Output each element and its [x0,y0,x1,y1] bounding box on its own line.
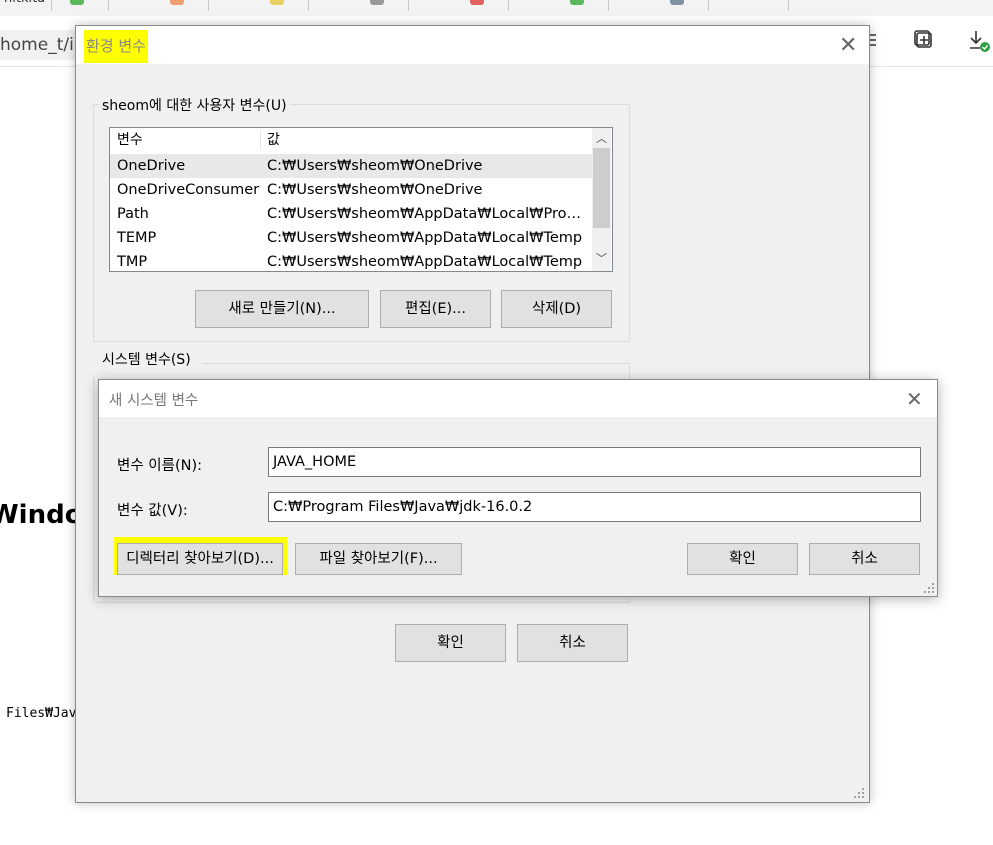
edit-user-variable-button[interactable]: 편집(E)... [380,290,491,328]
variable-name: Path [117,206,149,222]
browser-tab[interactable]: ··· [570,0,610,11]
browser-tab[interactable]: nitkita [4,0,53,11]
new-system-variable-dialog: 새 시스템 변수 ✕ 변수 이름(N): JAVA_HOME 변수 값(V): … [98,379,938,597]
variable-value: C:₩Users₩sheom₩AppData₩Local₩Temp [267,230,583,246]
list-scrollbar[interactable]: ︿ ﹀ [592,128,611,271]
list-item[interactable]: TMP C:₩Users₩sheom₩AppData₩Local₩Temp [110,250,592,271]
close-icon[interactable]: ✕ [906,388,923,410]
scroll-thumb[interactable] [593,148,610,228]
cancel-button[interactable]: 취소 [809,543,920,575]
list-item[interactable]: OneDriveConsumer C:₩Users₩sheom₩OneDrive [110,178,592,202]
scroll-down-icon[interactable]: ﹀ [592,250,611,266]
dialog-titlebar: 환경 변수 ✕ [76,26,869,64]
browser-tab[interactable]: ··· [670,0,710,11]
list-item[interactable]: TEMP C:₩Users₩sheom₩AppData₩Local₩Temp [110,226,592,250]
browser-tab-strip: nitkita ··· ··· ··· ··· ··· ··· ··· ··· [0,0,993,17]
resize-grip-icon[interactable] [853,787,865,799]
new-user-variable-button[interactable]: 새로 만들기(N)... [195,290,369,328]
browser-tab[interactable]: ··· [170,0,210,11]
variable-name: TMP [117,254,148,270]
list-item[interactable]: Path C:₩Users₩sheom₩AppData₩Local₩Progra… [110,202,592,226]
page-heading-fragment: Window [0,500,76,530]
add-tab-icon[interactable] [912,28,936,52]
variable-value-label: 변수 값(V): [117,503,188,519]
cancel-button[interactable]: 취소 [517,624,628,662]
browser-tab[interactable]: ··· [470,0,510,11]
user-variables-list[interactable]: 변수 값 OneDrive C:₩Users₩sheom₩OneDrive On… [109,127,613,272]
dialog-title: 새 시스템 변수 [109,393,199,409]
ok-button[interactable]: 확인 [395,624,506,662]
dialog-titlebar: 새 시스템 변수 ✕ [99,380,937,417]
list-item[interactable]: OneDrive C:₩Users₩sheom₩OneDrive [110,154,592,178]
variable-value: C:₩Users₩sheom₩OneDrive [267,182,483,198]
browser-tab[interactable]: ··· [770,0,790,11]
variable-value: C:₩Users₩sheom₩OneDrive [267,158,483,174]
variable-name-label: 변수 이름(N): [117,458,203,474]
variable-name: TEMP [117,230,157,246]
variable-value: C:₩Users₩sheom₩AppData₩Local₩Programs... [267,206,589,222]
browse-directory-button[interactable]: 디렉터리 찾아보기(D)... [117,543,283,575]
column-header-value[interactable]: 값 [267,128,589,152]
variable-name: OneDriveConsumer [117,182,260,198]
download-icon[interactable] [966,28,990,52]
resize-grip-icon[interactable] [923,582,935,594]
browse-file-button[interactable]: 파일 찾아보기(F)... [295,543,462,575]
user-variables-label: sheom에 대한 사용자 변수(U) [99,95,290,115]
browser-tab[interactable]: ··· [270,0,310,11]
dialog-title: 환경 변수 [84,30,148,63]
column-header-variable[interactable]: 변수 [117,128,143,152]
variable-value-field[interactable]: C:₩Program Files₩Java₩jdk-16.0.2 [268,492,921,522]
column-separator[interactable] [260,130,261,150]
scroll-up-icon[interactable]: ︿ [592,130,611,146]
delete-user-variable-button[interactable]: 삭제(D) [501,290,612,328]
variable-name-field[interactable]: JAVA_HOME [268,447,921,477]
list-header: 변수 값 [110,128,592,152]
close-icon[interactable]: ✕ [839,35,857,57]
system-variables-label: 시스템 변수(S) [91,344,202,377]
variable-name: OneDrive [117,158,186,174]
browser-tab[interactable]: ··· [70,0,110,11]
browser-tab[interactable]: ··· [370,0,410,11]
ok-button[interactable]: 확인 [687,543,798,575]
page-code-fragment: Files₩Jav [6,706,76,721]
variable-value: C:₩Users₩sheom₩AppData₩Local₩Temp [267,254,583,270]
